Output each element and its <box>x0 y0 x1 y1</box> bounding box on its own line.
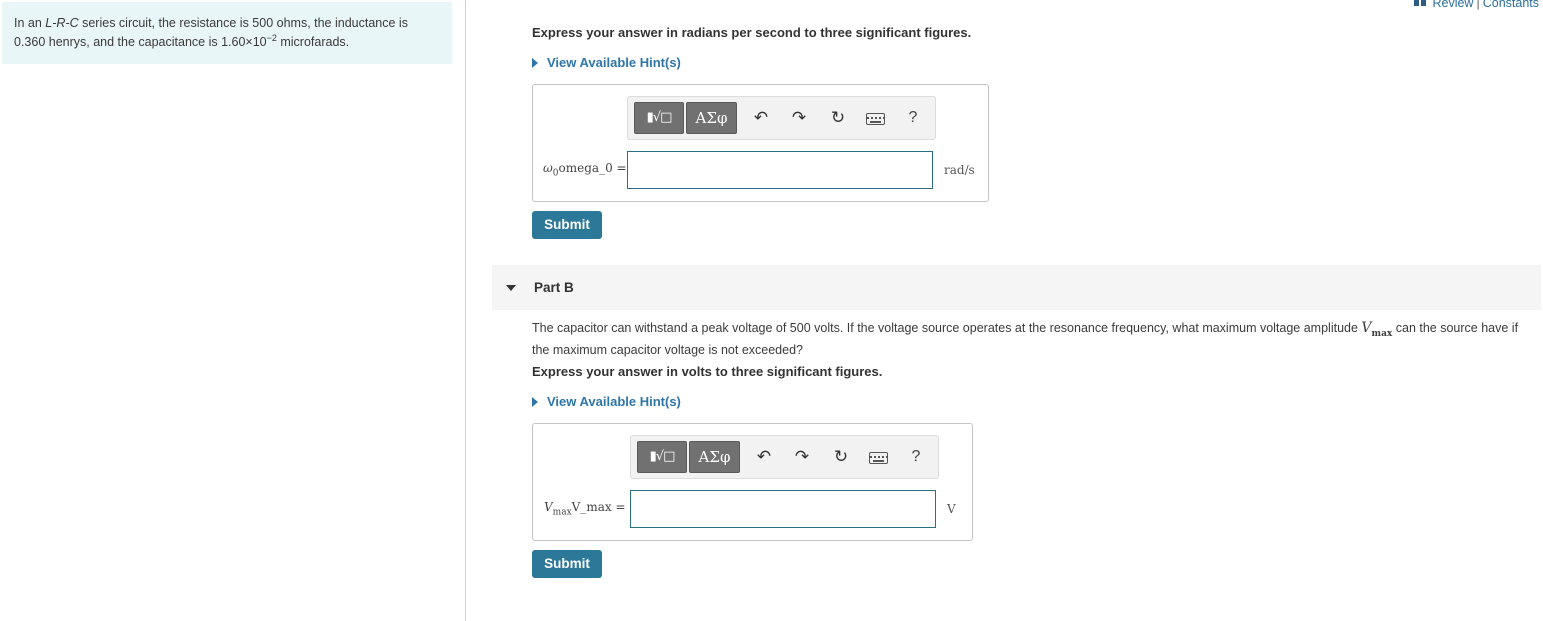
part-a-answer-box: ▮√□ ΑΣφ ↶ ↷ ↻ ? ω0omega_0 = rad/s <box>532 84 989 202</box>
symbols-button[interactable]: ΑΣφ <box>689 441 740 473</box>
part-b-submit-button[interactable]: Submit <box>532 550 602 578</box>
vmax-symbol: V <box>544 500 553 514</box>
collapse-caret-icon <box>506 285 516 291</box>
part-a-hint-toggle[interactable]: View Available Hint(s) <box>532 55 681 70</box>
part-a-instruction: Express your answer in radians per secon… <box>532 25 972 40</box>
part-b-hint-toggle[interactable]: View Available Hint(s) <box>532 394 681 409</box>
question-text-start: The capacitor can withstand a peak volta… <box>532 321 1362 335</box>
hint-label: View Available Hint(s) <box>547 394 681 409</box>
part-a-unit: rad/s <box>944 163 975 177</box>
part-b-variable-label: VmaxV_max = <box>544 500 626 517</box>
part-b-instruction: Express your answer in volts to three si… <box>532 364 883 379</box>
part-a-submit-button[interactable]: Submit <box>532 211 602 239</box>
top-links: Review | Constants <box>1414 0 1539 10</box>
symbols-button[interactable]: ΑΣφ <box>686 102 737 134</box>
part-b-question: The capacitor can withstand a peak volta… <box>532 320 1532 358</box>
link-separator: | <box>1476 0 1480 10</box>
redo-icon[interactable]: ↷ <box>789 444 815 470</box>
capacitance-exponent: −2 <box>266 32 277 43</box>
circuit-type: L-R-C <box>45 16 79 30</box>
book-icon <box>1414 0 1427 6</box>
undo-icon[interactable]: ↶ <box>748 105 774 131</box>
part-b-title: Part B <box>534 280 574 295</box>
problem-text-end: microfarads. <box>276 35 350 49</box>
part-b-header[interactable]: Part B <box>492 265 1541 310</box>
constants-link[interactable]: Constants <box>1483 0 1539 10</box>
help-icon[interactable]: ? <box>903 444 929 470</box>
part-b-unit: V <box>947 502 956 516</box>
part-a-math-toolbar: ▮√□ ΑΣφ ↶ ↷ ↻ ? <box>627 96 936 140</box>
keyboard-icon[interactable] <box>865 444 891 470</box>
vmax-subscript: max <box>1371 328 1393 339</box>
vmax-symbol: V <box>1361 320 1372 336</box>
help-icon[interactable]: ? <box>900 105 926 131</box>
expand-triangle-icon <box>532 397 538 407</box>
part-b-math-toolbar: ▮√□ ΑΣφ ↶ ↷ ↻ ? <box>630 435 939 479</box>
expand-triangle-icon <box>532 58 538 68</box>
part-b-answer-box: ▮√□ ΑΣφ ↶ ↷ ↻ ? VmaxV_max = V <box>532 423 973 541</box>
part-a-variable-label: ω0omega_0 = <box>543 161 627 178</box>
templates-button[interactable]: ▮√□ <box>637 441 687 473</box>
panel-divider <box>465 0 466 621</box>
part-b-answer-input[interactable] <box>630 490 936 528</box>
vmax-math: Vmax <box>1361 320 1393 339</box>
hint-label: View Available Hint(s) <box>547 55 681 70</box>
omega-symbol: ω <box>543 161 553 175</box>
redo-icon[interactable]: ↷ <box>786 105 812 131</box>
undo-icon[interactable]: ↶ <box>751 444 777 470</box>
variable-text: V_max = <box>571 500 626 514</box>
problem-text-start: In an <box>14 16 46 30</box>
vmax-subscript: max <box>552 507 572 518</box>
templates-button[interactable]: ▮√□ <box>634 102 684 134</box>
part-a-answer-input[interactable] <box>627 151 933 189</box>
reset-icon[interactable]: ↻ <box>828 444 854 470</box>
review-link[interactable]: Review <box>1432 0 1473 10</box>
variable-text: omega_0 = <box>558 161 627 175</box>
reset-icon[interactable]: ↻ <box>825 105 851 131</box>
problem-statement: In an L-R-C series circuit, the resistan… <box>2 2 452 64</box>
keyboard-icon[interactable] <box>862 105 888 131</box>
